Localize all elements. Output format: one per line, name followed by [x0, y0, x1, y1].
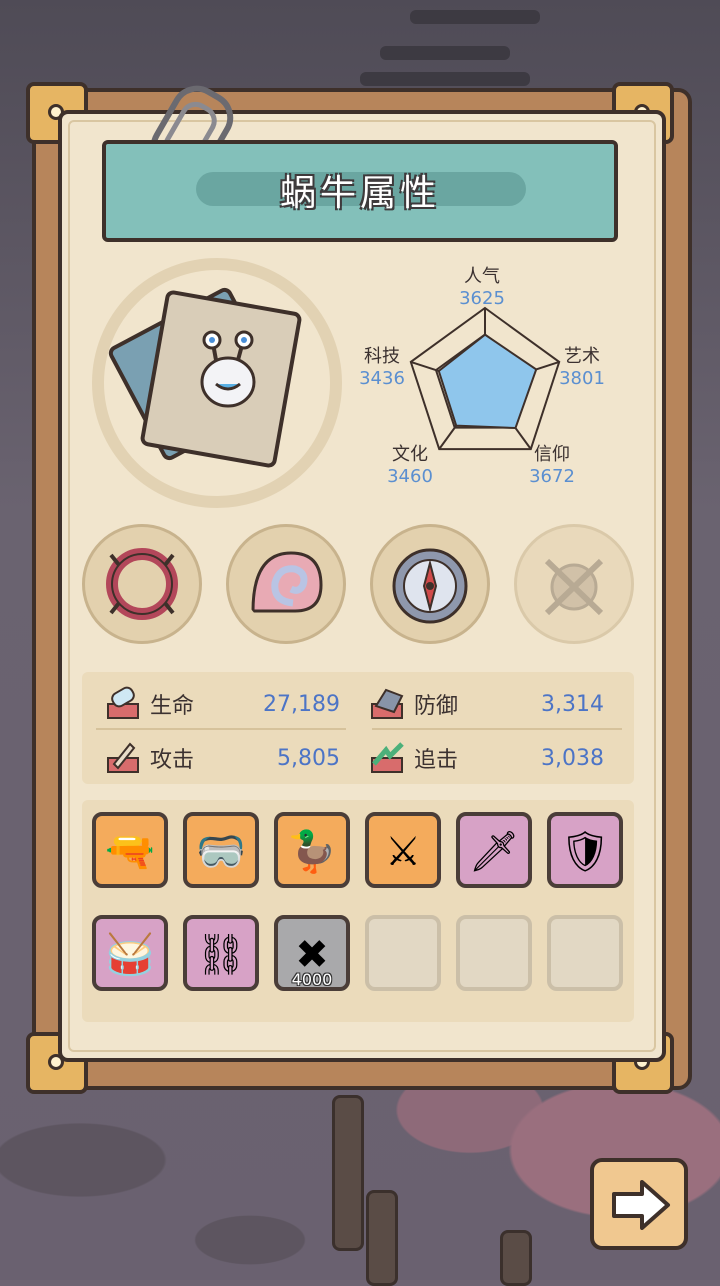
equipment-slot[interactable]: 🥁: [92, 915, 168, 991]
drum-icon: 🥁: [105, 932, 155, 978]
thorny-ring-icon: [106, 548, 178, 620]
skill-spiral-shell[interactable]: [226, 524, 346, 644]
spiral-shell-icon: [251, 551, 323, 613]
dagger-icon: 🗡: [468, 829, 520, 875]
attribute-radar-chart: 人气 3625 艺术 3801 信仰 3672 文化 3460 科技 3436: [340, 258, 630, 498]
chain-icon: ⛓: [195, 932, 247, 978]
equipment-slot[interactable]: 🔫: [92, 812, 168, 888]
locked-chain-orb-icon: [544, 558, 604, 616]
snail-avatar-icon: [200, 330, 256, 408]
page-title: 蜗牛属性: [279, 173, 440, 214]
attribute-pursuit: 追击 3,038: [368, 732, 604, 784]
pursuit-icon: [371, 742, 404, 773]
pistol-icon: 🔫: [105, 829, 155, 875]
background-post: [366, 1190, 398, 1286]
equipment-slot[interactable]: 🦆: [274, 812, 350, 888]
goggles-icon: 🥽: [196, 829, 246, 875]
equipment-slot[interactable]: 🗡: [456, 812, 532, 888]
empty-equipment-slot[interactable]: [547, 915, 623, 991]
empty-equipment-slot[interactable]: [365, 915, 441, 991]
skill-thorny-ring[interactable]: [82, 524, 202, 644]
background-plank: [380, 46, 510, 60]
radar-value-area: [437, 333, 538, 430]
attribute-health: 生命 27,189: [104, 678, 340, 730]
crossed-knives-icon: ⚔: [385, 829, 421, 875]
health-icon: [107, 686, 139, 719]
compass-icon: [392, 548, 468, 624]
attribute-attack: 攻击 5,805: [104, 732, 340, 784]
equipment-grid: 🔫 🥽 🦆 ⚔ 🗡 🛡 🥁 ⛓ ✖ 4000: [82, 800, 634, 1022]
right-arrow-icon: [612, 1180, 670, 1230]
attribute-stats: 生命 27,189 防御 3,314 攻击 5,805 追击 3,038: [82, 672, 634, 784]
defense-icon: [371, 688, 404, 719]
next-button[interactable]: [590, 1158, 688, 1250]
duck-float-icon: 🦆: [287, 829, 337, 875]
stat-technology: 科技 3436: [359, 346, 405, 389]
attack-icon: [107, 742, 139, 773]
stat-culture: 文化 3460: [387, 444, 433, 487]
skill-compass[interactable]: [370, 524, 490, 644]
equipment-slot[interactable]: 🛡: [547, 812, 623, 888]
empty-equipment-slot[interactable]: [456, 915, 532, 991]
unlock-cost: 4000: [291, 970, 333, 989]
background-plank: [360, 72, 530, 86]
stat-faith: 信仰 3672: [529, 444, 575, 487]
stat-popularity: 人气 3625: [459, 266, 505, 309]
background-plank: [410, 10, 540, 24]
equipment-slot[interactable]: ✖ 4000: [274, 915, 350, 991]
equipment-slot[interactable]: ⚔: [365, 812, 441, 888]
stat-art: 艺术 3801: [559, 346, 605, 389]
title-banner: 蜗牛属性: [102, 140, 618, 242]
equipment-slot[interactable]: ⛓: [183, 915, 259, 991]
skill-locked-orb[interactable]: [514, 524, 634, 644]
background-post: [332, 1095, 364, 1251]
shield-icon: 🛡: [559, 829, 611, 875]
background-post: [500, 1230, 532, 1286]
attribute-defense: 防御 3,314: [368, 678, 604, 730]
equipment-slot[interactable]: 🥽: [183, 812, 259, 888]
